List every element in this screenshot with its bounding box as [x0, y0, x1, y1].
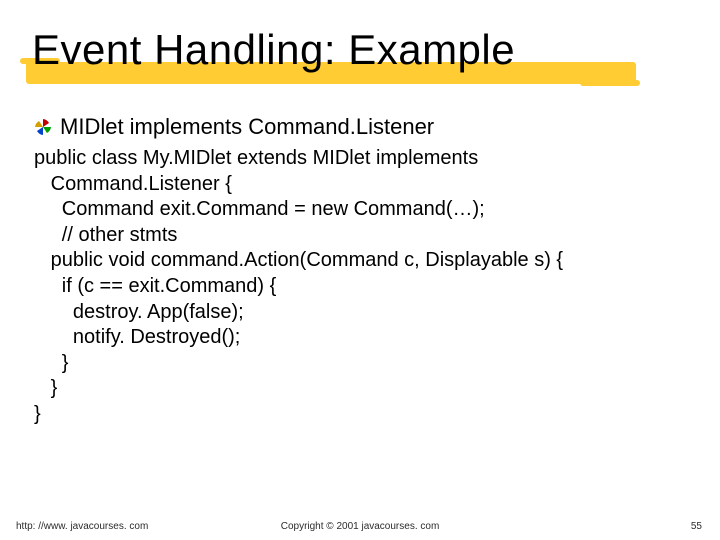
page-number: 55	[691, 521, 702, 532]
subheading-line: MIDlet implements Command.Listener	[34, 114, 720, 140]
title-block: Event Handling: Example	[0, 0, 692, 72]
code-block: public class My.MIDlet extends MIDlet im…	[34, 146, 720, 428]
footer-copyright: Copyright © 2001 javacourses. com	[0, 521, 720, 532]
page-title: Event Handling: Example	[32, 28, 692, 72]
subheading-text: MIDlet implements Command.Listener	[60, 114, 434, 139]
slide: Event Handling: Example MIDlet implement…	[0, 0, 720, 540]
pinwheel-bullet-icon	[34, 118, 52, 136]
